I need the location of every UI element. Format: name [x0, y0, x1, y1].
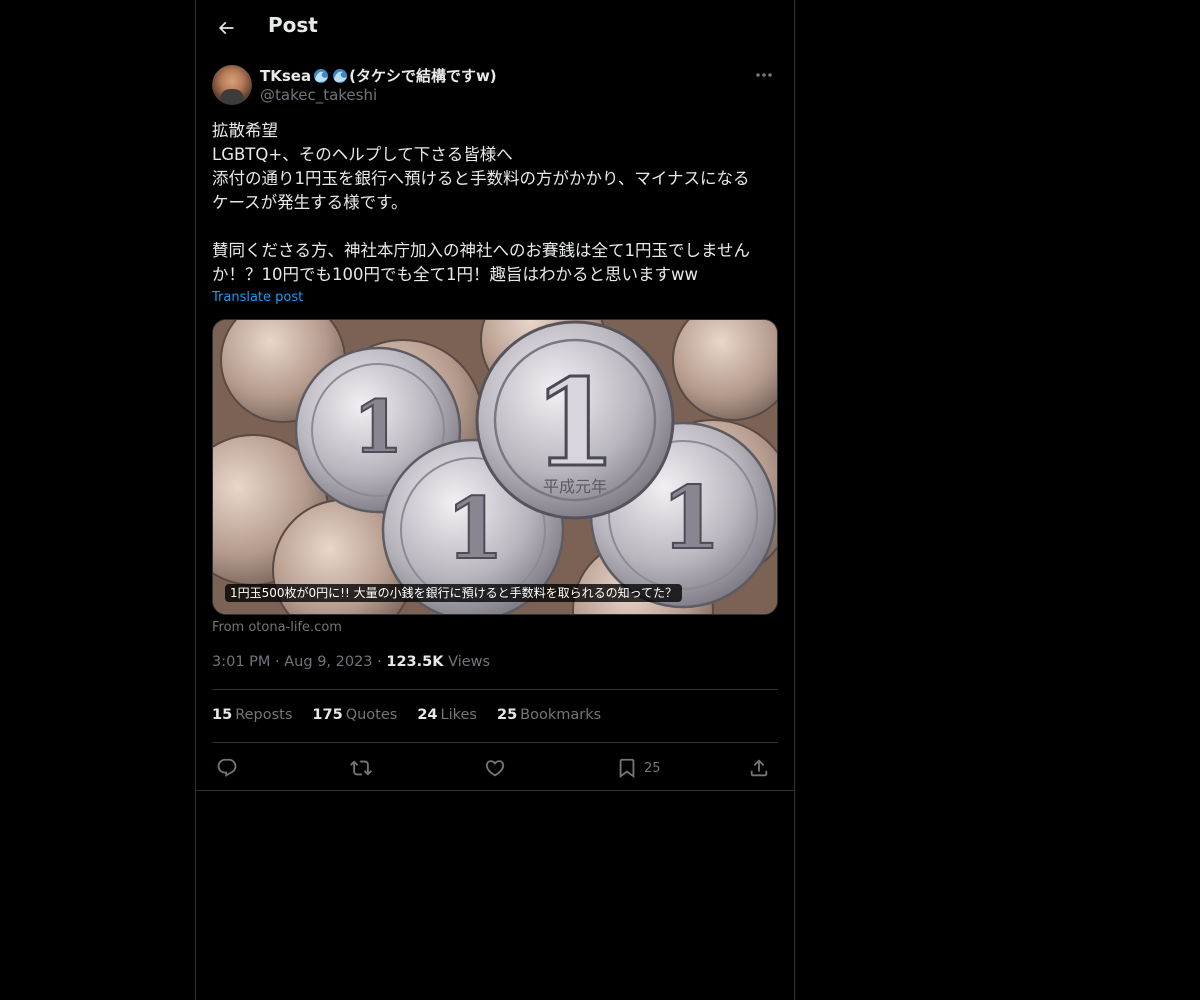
engagement-stats: 15 Reposts 175 Quotes 24 Likes 25 Bookmarks — [212, 707, 601, 723]
svg-text:1: 1 — [533, 353, 617, 494]
divider — [212, 689, 778, 690]
author-name-text: TKsea — [260, 67, 312, 85]
wave-emoji-icon — [333, 69, 348, 83]
svg-text:1: 1 — [446, 479, 504, 578]
post-column: Post TKsea (タケシで結構ですw) @takec_takeshi 拡散希… — [195, 0, 795, 1000]
post-author: TKsea (タケシで結構ですw) @takec_takeshi — [212, 64, 778, 108]
likes-count: 24 — [417, 707, 438, 723]
post-text: 拡散希望 LGBTQ+、そのヘルプして下さる皆様へ 添付の通り1円玉を銀行へ預け… — [212, 119, 778, 287]
quotes-label: Quotes — [345, 707, 398, 723]
post-line: 添付の通り1円玉を銀行へ預けると手数料の方がかかり、マイナスになる — [212, 169, 750, 188]
page-header: Post — [196, 0, 794, 54]
reposts-label: Reposts — [235, 707, 293, 723]
reply-button[interactable] — [216, 756, 238, 780]
post-line: ケースが発生する様です。 — [212, 193, 408, 212]
link-card-title: 1円玉500枚が0円に!! 大量の小銭を銀行に預けると手数料を取られるの知ってた… — [225, 584, 683, 602]
meta-separator: · — [275, 654, 280, 670]
bookmarks-label: Bookmarks — [520, 707, 602, 723]
bookmark-icon — [619, 758, 635, 779]
action-bar: 25 — [212, 756, 778, 780]
heart-icon — [485, 760, 505, 777]
views-count: 123.5K — [386, 654, 444, 670]
reply-icon — [217, 758, 237, 777]
translate-post-link[interactable]: Translate post — [212, 290, 303, 305]
post-line: か！？10円でも100円でも全て1円！趣旨はわかると思いますww — [212, 265, 698, 284]
bookmarks-stat[interactable]: 25 Bookmarks — [497, 707, 601, 723]
back-button[interactable] — [210, 12, 242, 44]
bookmarks-count: 25 — [496, 707, 518, 723]
svg-text:1: 1 — [661, 468, 721, 569]
post-metadata: 3:01 PM · Aug 9, 2023 · 123.5K Views — [212, 654, 490, 670]
repost-icon — [350, 760, 372, 776]
post-time[interactable]: 3:01 PM — [212, 654, 270, 670]
divider — [212, 742, 778, 743]
arrow-left-icon — [218, 21, 234, 35]
meta-separator: · — [377, 654, 382, 670]
bookmark-count: 25 — [644, 760, 661, 776]
views-label: Views — [448, 654, 491, 670]
svg-text:1: 1 — [353, 384, 403, 469]
post-line-gap — [212, 215, 778, 239]
post-line: LGBTQ+、そのヘルプして下さる皆様へ — [212, 145, 513, 164]
more-options-button[interactable] — [750, 64, 778, 86]
share-button[interactable] — [748, 756, 770, 780]
like-button[interactable] — [484, 756, 506, 780]
repost-button[interactable] — [350, 756, 372, 780]
reposts-stat[interactable]: 15 Reposts — [212, 707, 292, 723]
coins-image: 1 1 1 1 平成元年 — [213, 320, 777, 614]
avatar[interactable] — [212, 65, 252, 105]
quotes-count: 175 — [312, 707, 343, 723]
author-name-suffix: (タケシで結構ですw) — [349, 67, 497, 85]
bookmark-button[interactable]: 25 — [616, 756, 661, 780]
likes-label: Likes — [440, 707, 477, 723]
author-handle[interactable]: @takec_takeshi — [260, 86, 377, 104]
quotes-stat[interactable]: 175 Quotes — [312, 707, 397, 723]
link-card-image[interactable]: 1 1 1 1 平成元年 1円玉500枚が0円に!! 大量の小銭を銀行に預けると… — [212, 319, 778, 615]
link-source[interactable]: From otona-life.com — [212, 620, 342, 635]
post-date[interactable]: Aug 9, 2023 — [284, 654, 372, 670]
page-title: Post — [268, 13, 318, 37]
divider — [196, 790, 794, 791]
coin-text: 平成元年 — [543, 477, 607, 496]
coin-center: 1 平成元年 — [475, 320, 675, 520]
post-line: 賛同くださる方、神社本庁加入の神社へのお賽銭は全て1円玉でしません — [212, 241, 751, 260]
more-dots-icon — [756, 73, 772, 77]
post-line: 拡散希望 — [212, 121, 278, 140]
author-display-name[interactable]: TKsea (タケシで結構ですw) — [260, 65, 497, 86]
likes-stat[interactable]: 24 Likes — [417, 707, 477, 723]
share-icon — [750, 759, 768, 777]
wave-emoji-icon — [314, 69, 329, 83]
reposts-count: 15 — [212, 707, 233, 723]
